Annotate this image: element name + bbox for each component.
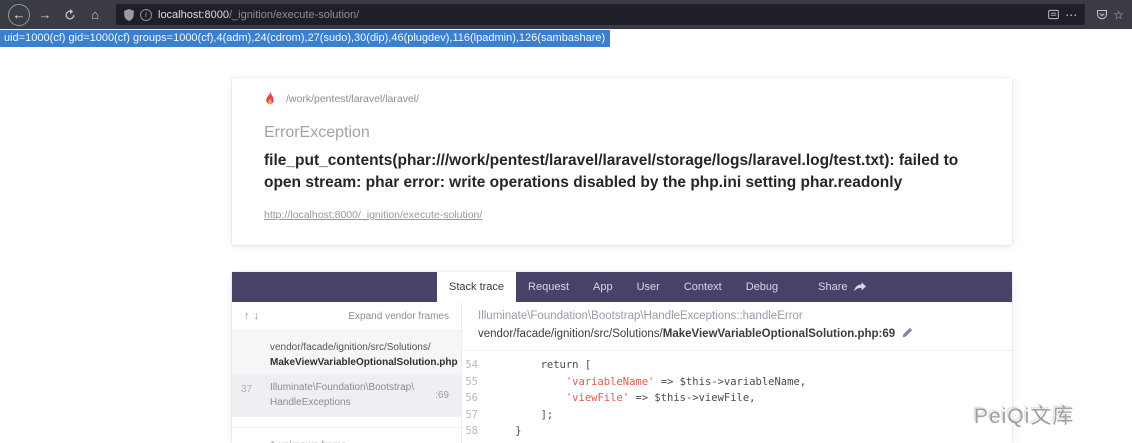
- share-icon: [854, 282, 866, 293]
- tab-request[interactable]: Request: [516, 272, 581, 302]
- url-host: localhost:8000: [158, 9, 229, 21]
- frame-line-number: :69: [427, 388, 449, 403]
- expand-vendor-frames-link[interactable]: Expand vendor frames: [348, 311, 449, 322]
- frame-detail-header: Illuminate\Foundation\Bootstrap\HandleEx…: [462, 302, 1012, 351]
- code-text: return [: [490, 357, 591, 374]
- bookmark-star-icon[interactable]: ☆: [1113, 8, 1124, 22]
- reader-mode-glyph: [1048, 9, 1059, 20]
- code-text: }: [490, 423, 522, 440]
- reload-button[interactable]: [60, 5, 80, 25]
- frame-file-line: :69: [879, 328, 896, 340]
- code-text: 'viewFile' => $this->viewFile,: [490, 390, 756, 407]
- pocket-icon[interactable]: [1096, 9, 1108, 21]
- frame-detail-panel: Illuminate\Foundation\Bootstrap\HandleEx…: [462, 302, 1012, 443]
- browser-toolbar: ← → ⌂ i localhost:8000/_ignition/execute…: [0, 0, 1132, 29]
- stack-trace-card: Stack traceRequestAppUserContextDebug Sh…: [232, 272, 1012, 443]
- tab-stack-trace[interactable]: Stack trace: [437, 272, 516, 302]
- frame-method: Illuminate\Foundation\Bootstrap\HandleEx…: [478, 310, 996, 322]
- flare-flame-icon: [264, 91, 276, 106]
- line-number: 58: [462, 423, 490, 440]
- tracking-shield-icon[interactable]: [124, 9, 134, 21]
- line-number: 54: [462, 357, 490, 374]
- frame-sort-arrows[interactable]: ↑↓: [244, 310, 259, 322]
- code-line: 54 return [: [462, 357, 1012, 374]
- page-actions-menu-icon[interactable]: ⋯: [1065, 8, 1077, 22]
- home-button[interactable]: ⌂: [85, 5, 105, 25]
- back-button[interactable]: ←: [8, 4, 30, 26]
- frames-panel: ↑↓ Expand vendor frames vendor/facade/ig…: [232, 302, 462, 443]
- exception-message: file_put_contents(phar:///work/pentest/l…: [264, 150, 980, 195]
- code-text: ];: [490, 407, 553, 424]
- frame-group-file-name: MakeViewVariableOptionalSolution.php: [270, 357, 458, 368]
- reader-mode-icon[interactable]: [1048, 9, 1059, 20]
- frames-header: ↑↓ Expand vendor frames: [232, 302, 461, 331]
- code-line: 57 ];: [462, 407, 1012, 424]
- unknown-frames-label: 1 unknown frame: [232, 427, 461, 443]
- exception-url-link[interactable]: http://localhost:8000/_ignition/execute-…: [264, 209, 482, 221]
- url-bar[interactable]: i localhost:8000/_ignition/execute-solut…: [116, 4, 1085, 25]
- code-viewer[interactable]: 54 return [55 'variableName' => $this->v…: [462, 351, 1012, 443]
- frame-class: Illuminate\Foundation\Bootstrap\ HandleE…: [270, 380, 414, 410]
- frame-row-active[interactable]: 37 Illuminate\Foundation\Bootstrap\ Hand…: [232, 375, 461, 417]
- arrow-up-icon[interactable]: ↑: [244, 310, 250, 322]
- arrow-down-icon[interactable]: ↓: [254, 310, 260, 322]
- tab-context[interactable]: Context: [672, 272, 734, 302]
- code-line: 58 }: [462, 423, 1012, 440]
- line-number: 56: [462, 390, 490, 407]
- error-card: /work/pentest/laravel/laravel/ ErrorExce…: [232, 78, 1012, 245]
- url-path: /_ignition/execute-solution/: [229, 9, 359, 21]
- frame-file-name: MakeViewVariableOptionalSolution.php: [663, 328, 879, 340]
- app-path: /work/pentest/laravel/laravel/: [286, 93, 419, 105]
- code-text: 'variableName' => $this->variableName,: [490, 374, 806, 391]
- url-text: localhost:8000/_ignition/execute-solutio…: [158, 9, 359, 21]
- tab-debug[interactable]: Debug: [734, 272, 790, 302]
- line-number: 55: [462, 374, 490, 391]
- frame-index: 37: [241, 382, 252, 397]
- trace-nav: Stack traceRequestAppUserContextDebug Sh…: [232, 272, 1012, 302]
- exception-class: ErrorException: [264, 124, 980, 142]
- frame-file: vendor/facade/ignition/src/Solutions/Mak…: [478, 327, 996, 341]
- code-line: 56 'viewFile' => $this->viewFile,: [462, 390, 1012, 407]
- line-number: 57: [462, 407, 490, 424]
- tab-user[interactable]: User: [625, 272, 672, 302]
- tab-app[interactable]: App: [581, 272, 625, 302]
- frame-class-name: HandleExceptions: [270, 397, 351, 408]
- open-in-editor-button[interactable]: [902, 327, 913, 341]
- reload-icon: [64, 9, 76, 21]
- share-button[interactable]: Share: [806, 272, 877, 302]
- trace-tabs: Stack traceRequestAppUserContextDebug: [437, 272, 790, 302]
- trace-body: ↑↓ Expand vendor frames vendor/facade/ig…: [232, 302, 1012, 443]
- share-label: Share: [818, 281, 847, 293]
- frame-file-prefix: vendor/facade/ignition/src/Solutions/: [478, 328, 663, 340]
- site-info-icon[interactable]: i: [140, 9, 152, 21]
- app-path-row: /work/pentest/laravel/laravel/: [264, 91, 980, 106]
- selected-command-output: uid=1000(cf) gid=1000(cf) groups=1000(cf…: [0, 30, 610, 47]
- frame-group-header[interactable]: vendor/facade/ignition/src/Solutions/ Ma…: [232, 331, 461, 375]
- pencil-icon: [902, 327, 913, 338]
- pocket-glyph: [1096, 9, 1108, 21]
- frame-class-prefix: Illuminate\Foundation\Bootstrap\: [270, 382, 414, 393]
- code-line: 55 'variableName' => $this->variableName…: [462, 374, 1012, 391]
- frame-group-file-prefix: vendor/facade/ignition/src/Solutions/: [270, 342, 431, 353]
- forward-button[interactable]: →: [35, 5, 55, 25]
